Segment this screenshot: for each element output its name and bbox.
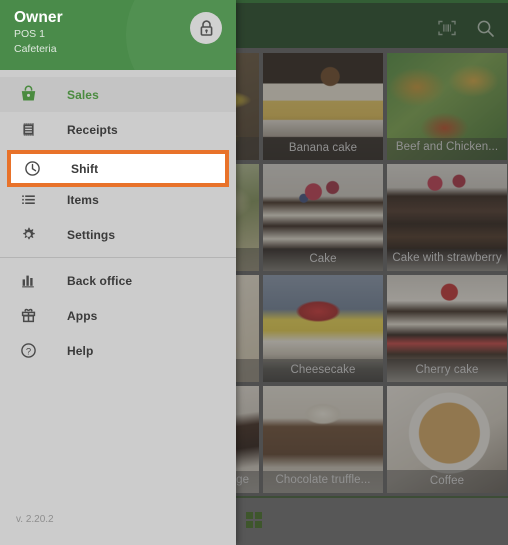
product-name: Chocolate truffle... xyxy=(263,471,383,493)
lock-icon[interactable] xyxy=(190,12,222,44)
top-bar-actions xyxy=(434,15,498,41)
product-name: Cake with strawberry xyxy=(387,249,507,271)
product-card[interactable]: Cake with strawberry xyxy=(387,164,507,271)
barcode-scan-icon[interactable] xyxy=(434,15,460,41)
shift-highlight-box: Shift xyxy=(7,150,229,187)
grid-view-icon[interactable] xyxy=(246,512,262,528)
sidebar-item-label: Sales xyxy=(67,87,99,102)
product-card[interactable]: Coffee xyxy=(387,386,507,493)
sidebar-item-label: Help xyxy=(67,343,94,358)
search-icon[interactable] xyxy=(472,15,498,41)
app-version: v. 2.20.2 xyxy=(16,514,54,525)
navigation-drawer: Owner POS 1 Cafeteria Sales Receipts Ite… xyxy=(0,0,236,545)
sidebar-item-label: Settings xyxy=(67,227,116,242)
product-name: Cherry cake xyxy=(387,359,507,382)
product-card[interactable]: Cherry cake xyxy=(387,275,507,382)
product-card[interactable]: Chocolate truffle... xyxy=(263,386,383,493)
sidebar-item-shift[interactable]: Shift xyxy=(11,154,225,183)
sidebar-item-label: Apps xyxy=(67,308,98,323)
receipt-icon xyxy=(16,118,40,142)
product-name: Cheesecake xyxy=(263,359,383,382)
sidebar-item-sales[interactable]: Sales xyxy=(0,77,236,112)
drawer-header: Owner POS 1 Cafeteria xyxy=(0,0,236,70)
store-name: Cafeteria xyxy=(14,43,57,55)
pos-name: POS 1 xyxy=(14,28,45,40)
account-name: Owner xyxy=(14,9,63,26)
question-circle-icon: ? xyxy=(16,339,40,363)
bar-chart-icon xyxy=(16,269,40,293)
sidebar-item-label: Back office xyxy=(67,273,133,288)
sidebar-item-back-office[interactable]: Back office xyxy=(0,263,236,298)
app-root: BananaBanana cakeBeef and Chicken...Caes… xyxy=(0,0,508,545)
sidebar-item-label: Receipts xyxy=(67,122,118,137)
product-card[interactable]: Beef and Chicken... xyxy=(387,53,507,160)
product-name: Cake xyxy=(263,248,383,271)
clock-icon xyxy=(20,157,44,181)
gift-icon xyxy=(16,304,40,328)
product-card[interactable]: Banana cake xyxy=(263,53,383,160)
product-card[interactable]: Cake xyxy=(263,164,383,271)
product-card[interactable]: Cheesecake xyxy=(263,275,383,382)
basket-icon xyxy=(16,83,40,107)
sidebar-item-receipts[interactable]: Receipts xyxy=(0,112,236,147)
product-name: Banana cake xyxy=(263,137,383,160)
svg-text:?: ? xyxy=(25,346,30,357)
list-icon xyxy=(16,188,40,212)
product-name: Beef and Chicken... xyxy=(387,138,507,160)
product-name: Coffee xyxy=(387,470,507,493)
sidebar-item-label: Shift xyxy=(71,161,99,176)
gear-icon xyxy=(16,223,40,247)
sidebar-item-label: Items xyxy=(67,192,99,207)
sidebar-item-apps[interactable]: Apps xyxy=(0,298,236,333)
sidebar-item-help[interactable]: ? Help xyxy=(0,333,236,368)
sidebar-item-settings[interactable]: Settings xyxy=(0,217,236,252)
nav-divider xyxy=(0,257,236,258)
sidebar-item-items[interactable]: Items xyxy=(0,182,236,217)
